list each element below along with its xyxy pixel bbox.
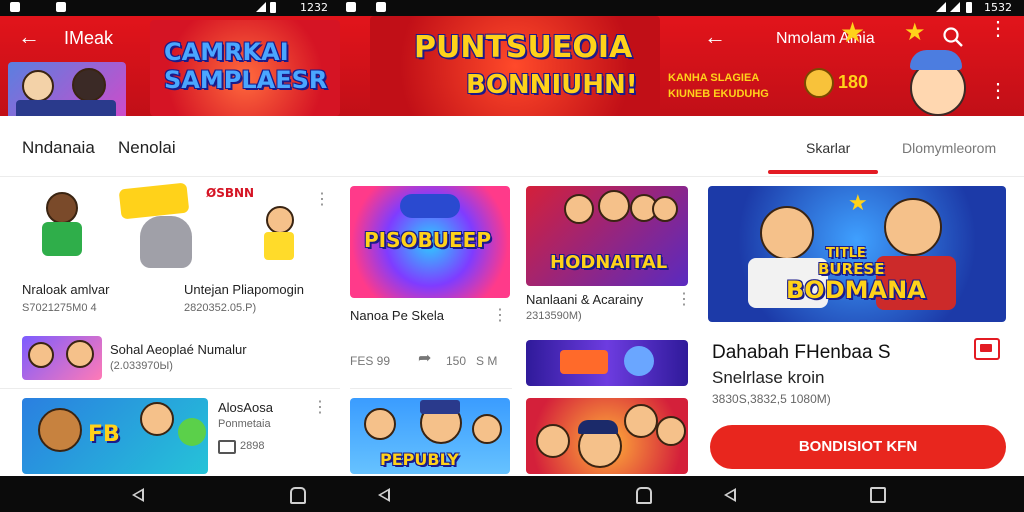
notification-icon — [56, 2, 66, 12]
system-nav-bar — [0, 476, 1024, 512]
more-vert-icon[interactable]: ⋮ — [312, 400, 328, 416]
featured-banner[interactable]: ★ TITLE BURESE BODMANA — [708, 186, 1006, 322]
game-card[interactable]: ØSBNN ⋮ — [20, 182, 330, 280]
game-thumbnail[interactable]: FB — [22, 398, 208, 474]
character-image — [38, 192, 90, 270]
nav-home-icon[interactable] — [636, 487, 652, 504]
wifi-icon — [936, 2, 946, 12]
more-vert-icon[interactable]: ⋮ — [314, 192, 330, 208]
clock: 1232 — [300, 1, 328, 14]
sticker-image — [118, 182, 190, 220]
star-icon: ★ — [848, 190, 868, 215]
game-thumbnail[interactable] — [526, 340, 688, 386]
stat-size: S M — [476, 354, 498, 368]
game-thumbnail[interactable]: PISOBUEEP — [350, 186, 510, 298]
character-image — [260, 206, 300, 276]
nav-back-icon[interactable] — [724, 488, 736, 502]
notification-icon — [10, 2, 20, 12]
coin-icon — [804, 68, 834, 98]
wifi-icon — [256, 2, 266, 12]
share-icon[interactable]: ➦ — [418, 348, 431, 368]
card-badge: ØSBNN — [206, 186, 255, 200]
card-title: AlosAosa — [218, 400, 273, 415]
game-thumbnail[interactable]: HODNAITAL — [526, 186, 688, 286]
card-meta: 2898 — [240, 440, 265, 452]
banner-center-logo[interactable]: PUNTSUEOIA BONNIUHN! — [370, 16, 660, 116]
notification-icon — [346, 2, 356, 12]
banner-left-logo[interactable]: CAMRKAI SAMPLAESR — [150, 20, 340, 116]
more-vert-icon[interactable]: ⋮ — [492, 308, 508, 324]
nav-recents-icon[interactable] — [870, 487, 886, 503]
game-thumbnail[interactable] — [526, 398, 688, 474]
app-header: ← IMeak CAMRKAI SAMPLAESR PUNTSUEOIA BON… — [0, 16, 1024, 116]
card-meta: 2313590M) — [526, 310, 582, 322]
card-meta: S7021275M0 4 — [22, 302, 97, 314]
install-button[interactable]: BONDISIOT KFN — [710, 425, 1006, 469]
featured-title: Dahabah FHenbaa S — [712, 342, 891, 363]
stat-likes: 150 — [446, 354, 467, 368]
header-title: IMeak — [64, 28, 114, 48]
mascot-image — [892, 50, 982, 116]
card-meta: Ponmetaia — [218, 418, 271, 430]
card-title: Nraloak amlvar — [22, 282, 110, 297]
nav-home-icon[interactable] — [290, 487, 306, 504]
nav-back-icon[interactable] — [378, 488, 390, 502]
search-icon[interactable] — [942, 26, 964, 54]
avatar-banner-image[interactable] — [8, 62, 126, 116]
creature-image — [140, 216, 192, 268]
more-vert-icon[interactable]: ⋮ — [676, 292, 692, 308]
game-thumbnail[interactable] — [22, 336, 102, 380]
card-title: Sohal Aeoplaé Numalur — [110, 342, 247, 357]
tab-bar: Nndanaia Nenolai Skarlar Dlomymleorom — [0, 118, 1024, 177]
signal-icon — [950, 2, 960, 12]
tab-nndanaia[interactable]: Nndanaia — [22, 138, 95, 158]
card-title: Nanoa Pe Skela — [350, 308, 444, 323]
featured-subtitle: Snelrlase kroin — [712, 368, 825, 387]
notification-icon — [376, 2, 386, 12]
clock: 1532 — [984, 1, 1012, 14]
tab-dlomymleorom[interactable]: Dlomymleorom — [902, 140, 996, 156]
battery-icon — [966, 2, 972, 13]
stat-views: FES 99 — [350, 354, 391, 368]
tab-active-indicator — [768, 170, 878, 174]
back-arrow-icon[interactable]: ← — [18, 24, 40, 50]
game-thumbnail[interactable]: PEPUBLY — [350, 398, 510, 474]
bookmark-icon[interactable] — [974, 338, 1000, 360]
tab-skarlar[interactable]: Skarlar — [806, 140, 850, 156]
card-title: Nanlaani & Acarainy — [526, 292, 644, 307]
star-icon: ★ — [904, 19, 926, 46]
more-vert-icon[interactable]: ⋮ — [988, 19, 1008, 39]
card-meta: 2820352.05.P) — [184, 302, 257, 314]
status-bar: 1232 1532 — [0, 0, 1024, 16]
battery-icon — [270, 2, 276, 13]
divider — [0, 388, 340, 389]
banner-right-promo[interactable]: KANHA SLAGIEA KIUNEB EKUDUHG 180 — [664, 66, 874, 110]
divider — [350, 388, 512, 389]
nav-back-icon[interactable] — [132, 488, 144, 502]
card-meta: (2.033970Ы) — [110, 360, 173, 372]
featured-meta: 3830S,3832,5 1080M) — [712, 392, 831, 406]
star-icon: ★ — [840, 17, 866, 48]
video-icon — [218, 440, 236, 454]
back-arrow-icon[interactable]: ← — [704, 24, 726, 50]
more-vert-icon[interactable]: ⋮ — [988, 78, 1008, 103]
card-title: Untejan Pliapomogin — [184, 282, 304, 297]
tab-nenolai[interactable]: Nenolai — [118, 138, 176, 158]
